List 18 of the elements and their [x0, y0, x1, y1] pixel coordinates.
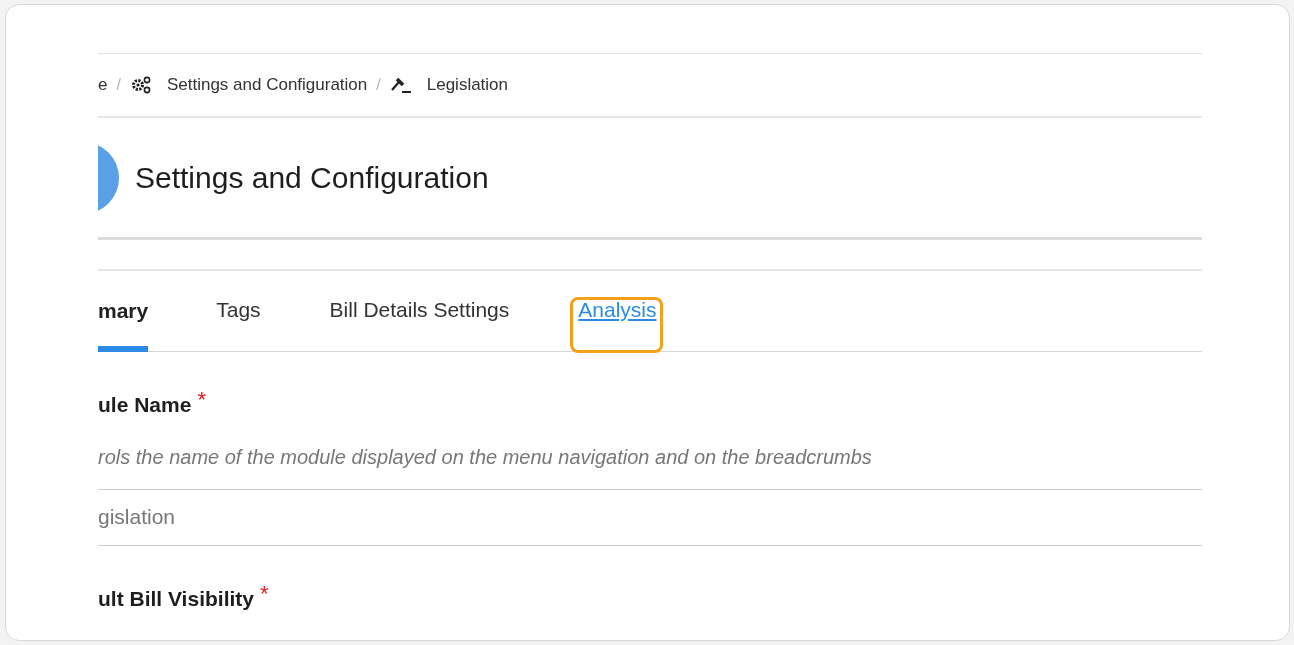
gavel-icon	[389, 76, 412, 94]
field-label: ule Name	[98, 392, 192, 418]
tab[interactable]: Analysis	[578, 283, 657, 351]
breadcrumb-link[interactable]: Legislation	[426, 72, 508, 98]
required-asterisk: *	[260, 579, 269, 608]
breadcrumb-link[interactable]: Settings and Configuration	[166, 72, 368, 98]
tab[interactable]: Tags	[216, 283, 261, 351]
field-label: ult Bill Visibility	[98, 585, 254, 612]
gears-icon	[129, 75, 152, 95]
tab[interactable]: Bill Details Settings	[329, 283, 510, 351]
page-title: Settings and Configuration	[135, 160, 489, 196]
field-description: rols the name of the module displayed on the menu navigation and on the breadcrumbs	[98, 444, 873, 470]
tab[interactable]: mary	[98, 284, 149, 352]
breadcrumb-separator: /	[116, 75, 121, 95]
required-asterisk: *	[197, 386, 206, 414]
input-field[interactable]: gislation	[98, 488, 1202, 546]
breadcrumb-link[interactable]: e	[98, 72, 108, 98]
breadcrumb-separator: /	[376, 75, 381, 95]
